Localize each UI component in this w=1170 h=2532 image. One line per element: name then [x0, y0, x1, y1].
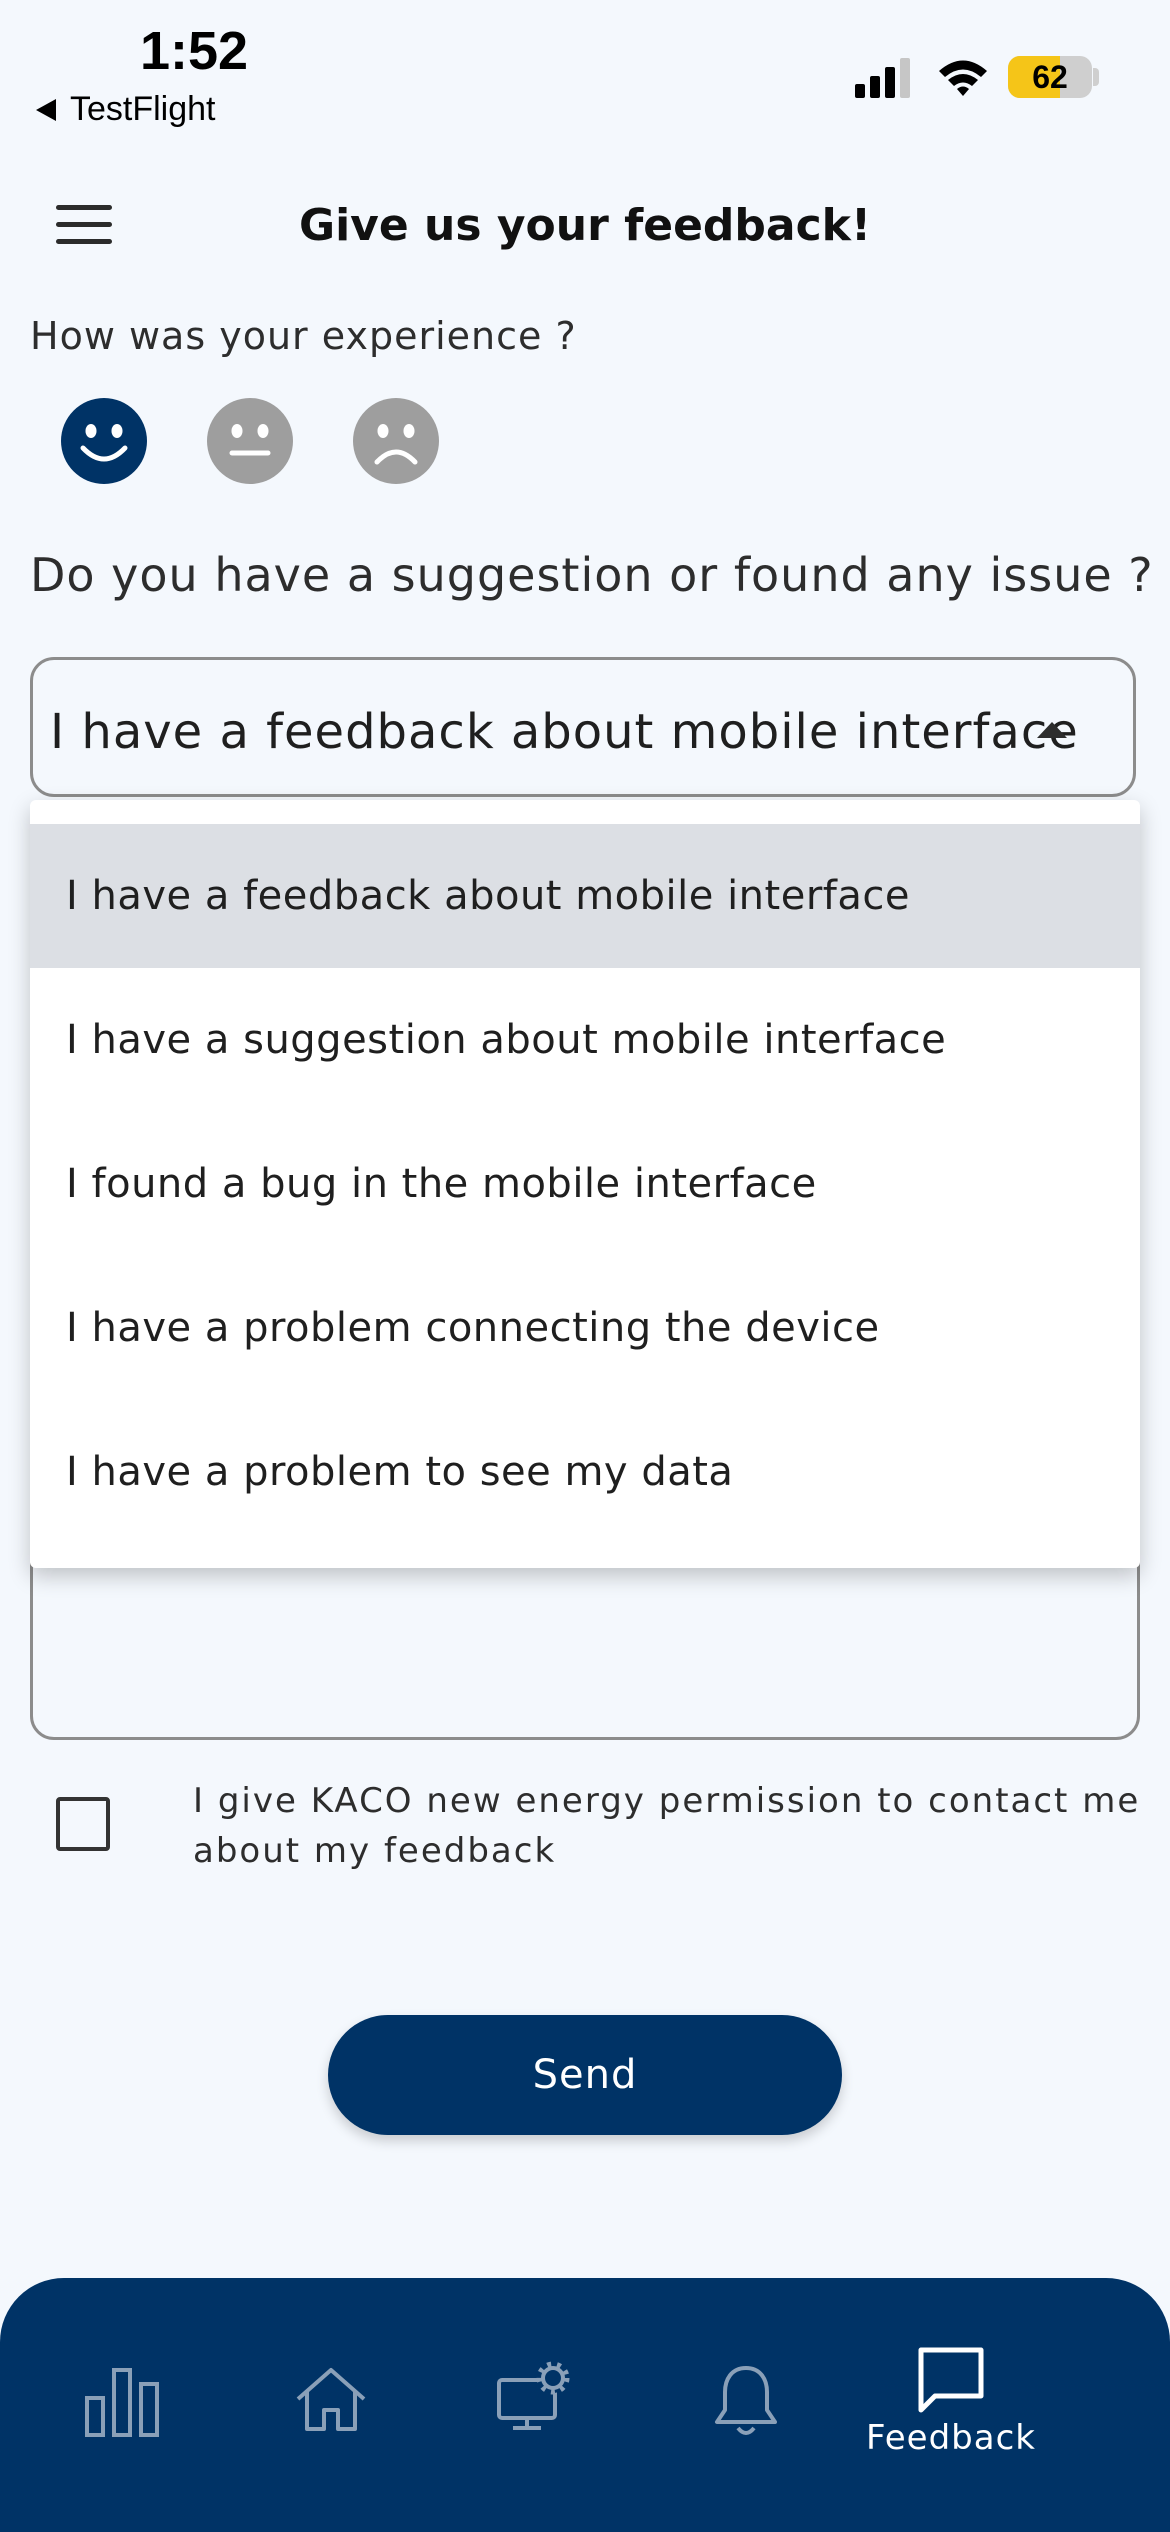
- issue-type-select[interactable]: I have a feedback about mobile interface: [30, 657, 1136, 797]
- nav-item-notifications[interactable]: [683, 2278, 813, 2532]
- cellular-signal-icon: [855, 58, 910, 98]
- caret-up-icon[interactable]: [1037, 722, 1067, 738]
- issue-type-dropdown-menu: I have a feedback about mobile interface…: [30, 800, 1140, 1568]
- back-to-app-link[interactable]: TestFlight: [36, 90, 216, 129]
- wifi-icon: [939, 60, 987, 96]
- nav-item-home[interactable]: [270, 2278, 400, 2532]
- experience-label: How was your experience ?: [30, 314, 577, 358]
- happy-face-icon[interactable]: [61, 398, 147, 484]
- dropdown-option[interactable]: I have a problem connecting the device: [30, 1256, 1140, 1400]
- dropdown-option[interactable]: I have a problem to see my data: [30, 1400, 1140, 1544]
- issue-type-selected-value: I have a feedback about mobile interface: [50, 704, 1079, 760]
- send-button[interactable]: Send: [328, 2015, 842, 2135]
- device-settings-icon: [497, 2361, 570, 2430]
- nav-feedback-label: Feedback: [866, 2418, 1036, 2458]
- consent-checkbox[interactable]: [56, 1797, 110, 1851]
- battery-level: 62: [1032, 59, 1068, 95]
- dropdown-option[interactable]: I found a bug in the mobile interface: [30, 1112, 1140, 1256]
- consent-text: I give KACO new energy permission to con…: [193, 1781, 1141, 1871]
- nav-item-statistics[interactable]: [60, 2278, 190, 2532]
- dropdown-option[interactable]: I have a feedback about mobile interface: [30, 824, 1140, 968]
- status-time: 1:52: [140, 21, 249, 81]
- chart-icon: [85, 2368, 159, 2437]
- dropdown-option[interactable]: I have a suggestion about mobile interfa…: [30, 968, 1140, 1112]
- issue-question-label: Do you have a suggestion or found any is…: [30, 548, 1154, 602]
- feedback-icon: [918, 2347, 984, 2413]
- home-icon: [296, 2368, 366, 2431]
- page-title: Give us your feedback!: [298, 200, 872, 251]
- neutral-face-icon[interactable]: [207, 398, 293, 484]
- bottom-navigation-bar: Feedback: [0, 2278, 1170, 2532]
- nav-item-devices[interactable]: [475, 2278, 605, 2532]
- battery-nub: [1093, 68, 1099, 86]
- back-app-label: TestFlight: [70, 90, 216, 128]
- back-arrow-icon: [36, 98, 56, 121]
- bell-icon: [715, 2366, 777, 2435]
- nav-item-feedback[interactable]: Feedback: [856, 2278, 1046, 2532]
- battery-indicator: 62: [1008, 56, 1092, 98]
- sad-face-icon[interactable]: [353, 398, 439, 484]
